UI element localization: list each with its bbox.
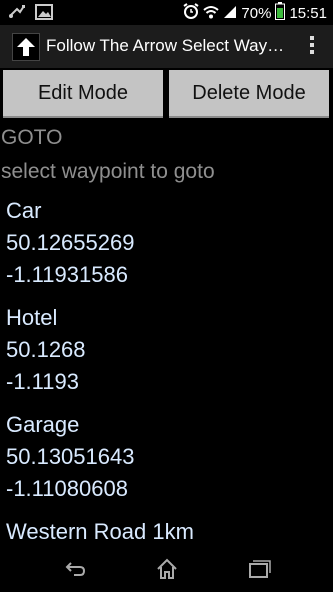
waypoint-longitude: -1.11080608 <box>6 476 128 501</box>
clock: 15:51 <box>289 4 327 22</box>
image-notification-icon <box>35 4 53 24</box>
list-item-waypoint-hotel[interactable]: Hotel 50.1268 -1.1193 <box>6 302 86 398</box>
waypoint-name: Western Road 1km <box>6 519 194 544</box>
instruction-text: select waypoint to goto <box>1 160 215 183</box>
list-item-waypoint-car[interactable]: Car 50.12655269 -1.11931586 <box>6 195 134 291</box>
signal-icon <box>223 4 237 23</box>
waypoint-name: Car <box>6 198 42 223</box>
waypoint-longitude: -1.1193 <box>6 369 79 394</box>
overflow-menu-icon[interactable] <box>309 36 315 58</box>
goto-heading: GOTO <box>1 126 63 149</box>
waypoint-latitude: 50.1268 <box>6 337 86 362</box>
up-arrow-icon[interactable] <box>12 33 40 61</box>
list-item-waypoint-western-road[interactable]: Western Road 1km <box>6 516 194 548</box>
waypoint-name: Garage <box>6 412 80 437</box>
waypoint-latitude: 50.13051643 <box>6 444 135 469</box>
navigation-bar <box>0 546 333 592</box>
home-icon[interactable] <box>154 556 180 582</box>
delete-mode-button[interactable]: Delete Mode <box>169 70 329 118</box>
recent-apps-icon[interactable] <box>246 556 272 582</box>
action-bar: Follow The Arrow Select Waypoint <box>0 25 333 68</box>
page-title: Follow The Arrow Select Waypoint <box>46 36 286 55</box>
status-bar: 70% 15:51 <box>0 0 333 25</box>
waypoint-latitude: 50.12655269 <box>6 230 135 255</box>
wifi-icon <box>203 4 220 23</box>
usb-icon <box>8 4 26 24</box>
list-item-waypoint-garage[interactable]: Garage 50.13051643 -1.11080608 <box>6 409 134 505</box>
edit-mode-button[interactable]: Edit Mode <box>3 70 163 118</box>
waypoint-name: Hotel <box>6 305 58 330</box>
waypoint-longitude: -1.11931586 <box>6 262 128 287</box>
alarm-icon <box>183 3 199 23</box>
battery-icon <box>275 2 286 24</box>
battery-percent: 70% <box>241 4 272 22</box>
back-icon[interactable] <box>62 556 88 582</box>
